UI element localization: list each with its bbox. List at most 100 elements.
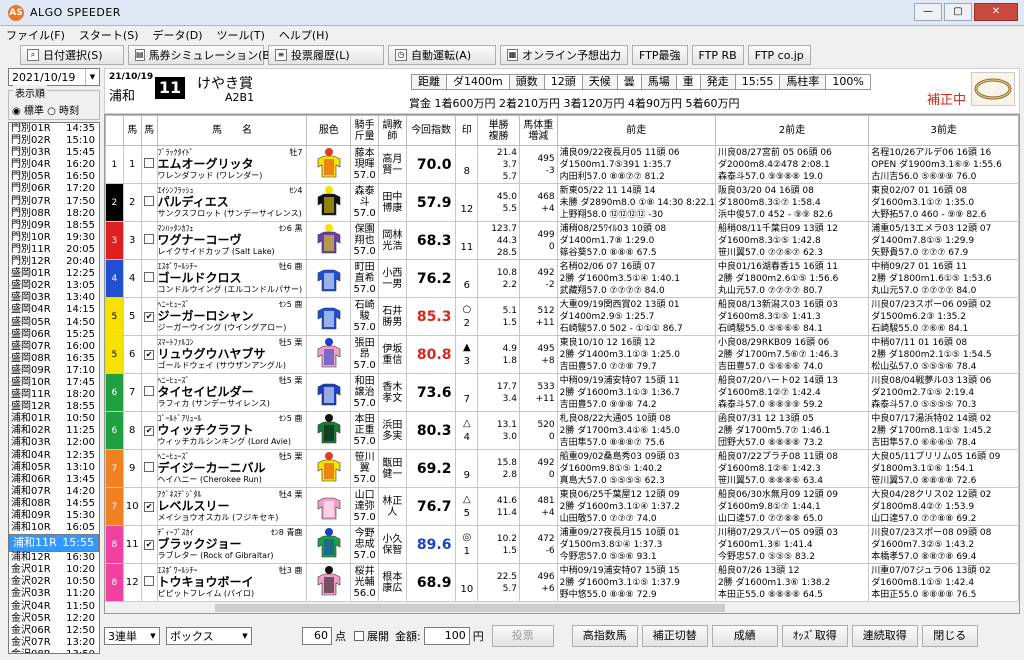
ftp-cojp-button[interactable]: FTP co.jp bbox=[747, 45, 811, 65]
race-list-item[interactable]: 盛岡08R 16:35 bbox=[9, 353, 99, 365]
correction-toggle-button[interactable]: 補正切替 bbox=[641, 625, 708, 647]
horse-name-cell[interactable]: ｾﾝ6 黒 ﾏﾝﾊｯﾀﾝｶﾌｪ ワグナーコーヴ レイクサイドカップ (Salt Lak… bbox=[156, 221, 308, 260]
expand-checkbox[interactable] bbox=[354, 631, 364, 641]
race-list-item[interactable]: 門別03R 15:45 bbox=[9, 147, 99, 159]
horizontal-scrollbar[interactable] bbox=[105, 601, 1019, 613]
table-row[interactable]: 5 5 ✔ ｾﾝ5 鹿 ﾍﾆｰﾋｭｰｽﾞ ジーガーロシャン ジーガーウイング (ウイングアロ… bbox=[105, 297, 1019, 336]
past-race-1-cell[interactable]: 浦稍08/25ﾜｲﾙ03 10頭 08 ダ1400m1.7⑧ 1:29.0 篠谷葵5… bbox=[556, 221, 716, 260]
table-row[interactable]: 2 2 ｾﾝ4 ｴｲｼﾝﾌﾗｯｼｭ パルディエス サンクスフロット (サンデーサイレンス)… bbox=[105, 183, 1019, 222]
close-dialog-button[interactable]: 閉じる bbox=[921, 625, 978, 647]
horse-name-cell[interactable]: ｾﾝ4 ｴｲｼﾝﾌﾗｯｼｭ パルディエス サンクスフロット (サンデーサイレンス) bbox=[156, 183, 308, 222]
past-race-2-cell[interactable]: 船良07/20ハート02 14頭 13 ダ1600m8.1②⑦ 1:42.4 森泰斗… bbox=[714, 373, 870, 412]
online-forecast-button[interactable]: ▦ オンライン予想出力 bbox=[500, 45, 628, 65]
column-header[interactable] bbox=[105, 115, 124, 146]
horse-name-cell[interactable]: 牡4 栗 ｱｸﾞﾈｽﾃﾞｼﾞﾀﾙ レベルスリー メイショウオスカル (フジキセキ) bbox=[156, 487, 308, 526]
past-race-3-cell[interactable]: 東良02/07 01 16頭 08 ダ1600m3.1①⑦ 1:35.0 大野拓57… bbox=[868, 183, 1019, 222]
past-race-3-cell[interactable]: 中稍09/27 01 16頭 11 2勝 ダ1800m1.6①⑤ 1:53.6 丸山… bbox=[868, 259, 1019, 298]
mark-cell[interactable]: 9 bbox=[455, 449, 479, 488]
race-list-item[interactable]: 金沢01R 10:20 bbox=[9, 564, 99, 576]
horse-name-cell[interactable]: 牡7 ﾌﾞﾗｯｸﾀｲﾄﾞ エムオーグリッタ ワレンダフッド (ワレンダー) bbox=[156, 145, 308, 184]
past-race-3-cell[interactable]: 川良08/04戦夢ル03 13頭 06 ダ2100m2.7①⑤ 2:19.4 森泰斗… bbox=[868, 373, 1019, 412]
auto-run-button[interactable]: ◷ 自動運転(A) bbox=[388, 45, 496, 65]
menu-file[interactable]: ファイル(F) bbox=[6, 27, 65, 43]
table-row[interactable]: 6 7 牡5 栗ﾍﾆｰﾋｭｰｽﾞ タイセイビルダー ラフィカ (サンデーサイレンス) 和田… bbox=[105, 373, 1019, 412]
race-list-item[interactable]: 盛岡07R 16:00 bbox=[9, 341, 99, 353]
race-list-item[interactable]: 浦和06R 13:45 bbox=[9, 474, 99, 486]
amount-field[interactable]: 100 bbox=[423, 627, 470, 645]
column-header[interactable]: 馬 bbox=[140, 115, 158, 146]
continuous-fetch-button[interactable]: 連続取得 bbox=[851, 625, 918, 647]
menu-start[interactable]: スタート(S) bbox=[79, 27, 139, 43]
race-list-item[interactable]: 門別02R 15:10 bbox=[9, 135, 99, 147]
race-list-item[interactable]: 浦和10R 16:05 bbox=[9, 522, 99, 534]
race-list-item[interactable]: 浦和07R 14:20 bbox=[9, 486, 99, 498]
column-header[interactable]: 調教 師 bbox=[378, 115, 407, 146]
horse-checkbox[interactable] bbox=[144, 386, 155, 396]
race-list-item[interactable]: 盛岡09R 17:10 bbox=[9, 365, 99, 377]
table-row[interactable]: 5 6 ✔ 牡5 栗 ｽﾏｰﾄﾌｧﾙｺﾝ リュウグウハヤブサ ゴールドウェイ (サウザンアン… bbox=[105, 335, 1019, 374]
past-race-2-cell[interactable]: 中良01/16湖春香15 16頭 11 2勝 ダ1800m2.6①⑤ 1:56.6… bbox=[714, 259, 870, 298]
date-select-button[interactable]: ⌕ 日付選択(S) bbox=[20, 45, 124, 65]
past-race-3-cell[interactable]: 中稍07/11 01 16頭 08 2勝 ダ1800m2.1①⑤ 1:54.5 松山… bbox=[868, 335, 1019, 374]
race-list-item[interactable]: 盛岡11R 18:20 bbox=[9, 389, 99, 401]
race-list-item[interactable]: 盛岡02R 13:05 bbox=[9, 280, 99, 292]
past-race-3-cell[interactable]: 大良05/11ブリリム05 16頭 09 ダ1800m3.1①⑥ 1:54.1 笹川… bbox=[868, 449, 1019, 488]
mark-cell[interactable]: △ 4 bbox=[455, 411, 479, 450]
menu-data[interactable]: データ(D) bbox=[153, 27, 203, 43]
race-list-item[interactable]: 門別06R 17:20 bbox=[9, 183, 99, 195]
column-header[interactable]: 騎手 斤量 bbox=[350, 115, 380, 146]
past-race-2-cell[interactable]: 船良06/30水無月09 12頭 09 ダ1600m9.8①⑦ 1:44.1 山口達… bbox=[714, 487, 870, 526]
race-list-item[interactable]: 門別12R 20:40 bbox=[9, 256, 99, 268]
mark-cell[interactable]: 7 bbox=[455, 373, 479, 412]
past-race-1-cell[interactable]: 浦良09/22夜長月05 11頭 06 ダ1500m1.7⑤391 1:35.7 内… bbox=[556, 145, 716, 184]
race-list-item[interactable]: 金沢08R 13:50 bbox=[9, 649, 99, 653]
mark-cell[interactable]: 6 bbox=[455, 259, 479, 298]
race-list-item[interactable]: 浦和05R 13:10 bbox=[9, 462, 99, 474]
horse-name-cell[interactable]: ｾﾝ8 青鹿 ﾃﾞｨｰﾌﾟｽｶｲ ブラックジョー ラブレター (Rock of Gib… bbox=[156, 525, 308, 564]
horse-name-cell[interactable]: 牡3 鹿 ｴｽﾎﾟﾜｰﾙｼﾁｰ トウキョウボーイ ピピットフレイム (パイロ) bbox=[156, 563, 308, 602]
column-header[interactable]: 単勝 複勝 bbox=[477, 115, 520, 146]
horse-name-cell[interactable]: 牡5 栗 ﾍﾆｰﾋｭｰｽﾞ タイセイビルダー ラフィカ (サンデーサイレンス) bbox=[156, 373, 308, 412]
menu-help[interactable]: ヘルプ(H) bbox=[279, 27, 329, 43]
column-header[interactable]: 服色 bbox=[306, 115, 352, 146]
past-race-1-cell[interactable]: 東良10/10 12 16頭 12 2勝 ダ1400m3.1①③ 1:25.0 吉田… bbox=[556, 335, 716, 374]
radio-time[interactable]: ○ 時刻 bbox=[47, 106, 79, 117]
date-picker[interactable]: 2021/10/19 ▼ bbox=[8, 68, 100, 86]
horse-checkbox[interactable] bbox=[144, 196, 155, 206]
horse-checkbox[interactable] bbox=[144, 462, 155, 472]
mark-cell[interactable]: ◎ 1 bbox=[455, 525, 479, 564]
race-list-item[interactable]: 浦和12R 16:30 bbox=[9, 552, 99, 564]
mark-cell[interactable]: ○ 2 bbox=[455, 297, 479, 336]
table-row[interactable]: 3 3 ｾﾝ6 黒 ﾏﾝﾊｯﾀﾝｶﾌｪ ワグナーコーヴ レイクサイドカップ (Salt L… bbox=[105, 221, 1019, 260]
past-race-2-cell[interactable]: 船良08/13新潟ス03 16頭 03 ダ1600m8.3①⑤ 1:41.3 石崎駿… bbox=[714, 297, 870, 336]
high-index-button[interactable]: 高指数馬 bbox=[571, 625, 638, 647]
race-list-item[interactable]: 門別08R 18:20 bbox=[9, 208, 99, 220]
race-list-item[interactable]: 門別10R 19:30 bbox=[9, 232, 99, 244]
race-list-item[interactable]: 盛岡01R 12:25 bbox=[9, 268, 99, 280]
table-row[interactable]: 8 11 ✔ ｾﾝ8 青鹿 ﾃﾞｨｰﾌﾟｽｶｲ ブラックジョー ラブレター (Rock of… bbox=[105, 525, 1019, 564]
horse-checkbox[interactable] bbox=[144, 272, 155, 282]
column-header[interactable]: 馬体重 増減 bbox=[518, 115, 558, 146]
ftp-saikyo-button[interactable]: FTP最強 bbox=[632, 45, 688, 65]
bet-method-select[interactable]: ボックス ▼ bbox=[166, 627, 252, 645]
table-row[interactable]: 7 9 牡5 栗ﾍﾆｰﾋｭｰｽﾞ デイジーカーニバル ヘイハニー (Cherokee R… bbox=[105, 449, 1019, 488]
odds-fetch-button[interactable]: ｵｯｽﾞ取得 bbox=[781, 625, 848, 647]
race-list-item[interactable]: 金沢06R 12:50 bbox=[9, 625, 99, 637]
race-list-item[interactable]: 浦和09R 15:30 bbox=[9, 510, 99, 522]
past-race-2-cell[interactable]: 川稍07/29スパー05 09頭 03 ダ1600m1.3⑥ 1:41.4 今野忠5… bbox=[714, 525, 870, 564]
race-list-item[interactable]: 浦和01R 10:50 bbox=[9, 413, 99, 425]
race-list-item[interactable]: 浦和11R 15:55 bbox=[9, 534, 99, 553]
horse-checkbox[interactable] bbox=[144, 158, 155, 168]
past-race-1-cell[interactable]: 船重09/02桑島秀03 09頭 03 ダ1600m9.8①⑤ 1:40.2 真島大… bbox=[556, 449, 716, 488]
table-row[interactable]: 7 10 ✔ 牡4 栗 ｱｸﾞﾈｽﾃﾞｼﾞﾀﾙ レベルスリー メイショウオスカル (フジキセ… bbox=[105, 487, 1019, 526]
maximize-button[interactable]: ▢ bbox=[944, 3, 972, 21]
race-list-item[interactable]: 浦和03R 12:00 bbox=[9, 437, 99, 449]
race-list-item[interactable]: 門別04R 16:20 bbox=[9, 159, 99, 171]
race-list-item[interactable]: 門別07R 17:50 bbox=[9, 196, 99, 208]
column-header[interactable]: 馬 bbox=[122, 115, 142, 146]
past-race-2-cell[interactable]: 小良08/29RKB09 16頭 06 2勝 ダ1700m7.5⑥⑦ 1:46.3… bbox=[714, 335, 870, 374]
scrollbar-thumb[interactable] bbox=[215, 604, 725, 612]
vote-button[interactable]: 投票 bbox=[491, 625, 554, 647]
radio-standard[interactable]: ◉ 標準 bbox=[12, 106, 44, 117]
race-list-item[interactable]: 金沢05R 12:20 bbox=[9, 613, 99, 625]
